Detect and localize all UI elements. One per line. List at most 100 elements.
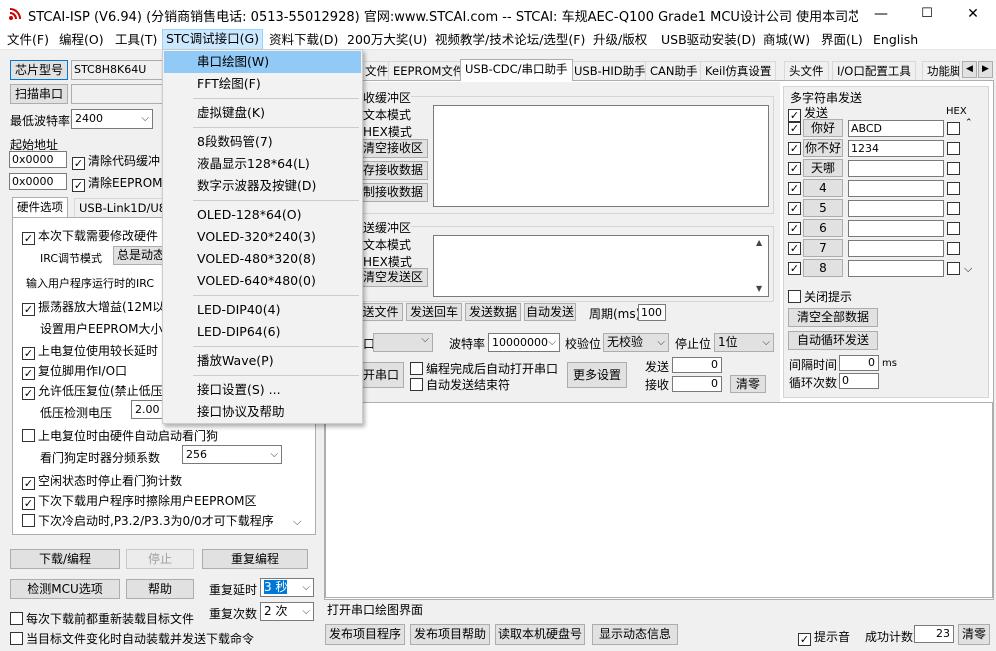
- tab-hardware-options[interactable]: 硬件选项: [12, 197, 68, 218]
- low-voltage-select[interactable]: 2.00: [131, 400, 163, 419]
- options-scroll-down-icon[interactable]: ⌵: [293, 515, 301, 529]
- option-erase-eeprom[interactable]: ✓ 下次下载用户程序时擦除用户EEPROM区: [22, 492, 257, 510]
- multi-string-input[interactable]: [848, 160, 944, 177]
- irc-mode-select[interactable]: 总是动态: [113, 246, 163, 265]
- read-disk-id-button[interactable]: 读取本机硬盘号: [495, 624, 585, 645]
- close-hint-checkbox[interactable]: 关闭提示: [788, 288, 852, 305]
- hex-checkbox-empty-icon[interactable]: [947, 122, 960, 135]
- menu-item-interface-settings[interactable]: 接口设置(S) ...: [164, 379, 361, 401]
- option-reset-pin-io[interactable]: ✓ 复位脚用作I/O口: [22, 362, 127, 380]
- scroll-up-icon[interactable]: ▲: [756, 238, 762, 247]
- auto-end-char-checkbox[interactable]: 自动发送结束符: [410, 376, 510, 393]
- send-data-button[interactable]: 发送数据: [465, 303, 521, 321]
- multi-send-button[interactable]: 6: [803, 219, 843, 237]
- option-p32-p33-download[interactable]: 下次冷启动时,P3.2/P3.3为0/0才可下载程序: [22, 512, 274, 529]
- menu-interface[interactable]: 界面(L): [818, 30, 866, 49]
- maximize-button[interactable]: ☐: [904, 0, 950, 28]
- port-field[interactable]: [71, 84, 163, 104]
- scan-port-button[interactable]: 扫描串口: [10, 84, 68, 104]
- stop-bit-select[interactable]: 1位 ⌵: [714, 333, 774, 352]
- help-button[interactable]: 帮助: [126, 579, 194, 599]
- row-enable-check-icon[interactable]: ✓: [788, 122, 801, 135]
- menu-item-serial-plot[interactable]: 串口绘图(W): [164, 51, 361, 73]
- menu-item-lcd-128x64[interactable]: 液晶显示128*64(L): [164, 153, 361, 175]
- code-address-input[interactable]: 0x0000: [9, 151, 67, 168]
- baud-rate-select[interactable]: 10000000 ⌵: [488, 333, 560, 352]
- multi-string-input[interactable]: ABCD: [848, 120, 944, 137]
- scroll-down-icon[interactable]: ▼: [756, 284, 762, 293]
- tab-header-file[interactable]: 头文件: [784, 61, 829, 80]
- receive-text-mode[interactable]: 文本模式: [363, 106, 411, 123]
- option-watchdog-auto[interactable]: 上电复位时由硬件自动启动看门狗: [22, 427, 218, 444]
- send-text-mode[interactable]: 文本模式: [363, 236, 411, 253]
- copy-receive-button[interactable]: 制接收数据: [358, 183, 428, 202]
- hex-checkbox-empty-icon[interactable]: [947, 222, 960, 235]
- menu-tools[interactable]: 工具(T): [112, 30, 160, 49]
- hex-checkbox-empty-icon[interactable]: [947, 262, 960, 275]
- parity-select[interactable]: 无校验 ⌵: [603, 333, 669, 352]
- output-log-area[interactable]: [325, 402, 993, 598]
- show-dynamic-info-button[interactable]: 显示动态信息: [592, 624, 678, 645]
- chip-model-field[interactable]: STC8H8K64U: [71, 60, 163, 80]
- menu-item-fft-plot[interactable]: FFT绘图(F): [164, 73, 361, 95]
- period-input[interactable]: 100: [638, 304, 666, 321]
- auto-send-button[interactable]: 自动发送: [524, 303, 576, 321]
- tab-scroll-right-icon[interactable]: ▶: [978, 61, 993, 78]
- menu-item-led-dip64[interactable]: LED-DIP64(6): [164, 321, 361, 343]
- scroll-up-icon[interactable]: ⌃: [965, 118, 973, 128]
- menu-prize[interactable]: 200万大奖(U): [344, 30, 430, 49]
- close-button[interactable]: ✕: [950, 0, 996, 28]
- menu-download[interactable]: 资料下载(D): [266, 30, 341, 49]
- min-baud-select[interactable]: 2400 ⌵: [71, 109, 153, 129]
- download-program-button[interactable]: 下载/编程: [10, 549, 120, 569]
- reload-file-checkbox[interactable]: 每次下载前都重新装载目标文件: [10, 610, 194, 627]
- menu-item-virtual-keyboard[interactable]: 虚拟键盘(K): [164, 102, 361, 124]
- multi-send-button[interactable]: 天哪: [803, 159, 843, 177]
- port-select[interactable]: ⌵: [373, 333, 433, 352]
- loop-count-input[interactable]: 0: [839, 373, 879, 389]
- repeat-program-button[interactable]: 重复编程: [202, 549, 308, 569]
- multi-string-scrollbar[interactable]: [964, 119, 977, 279]
- menu-video[interactable]: 视频教学/技术论坛/选型(F): [432, 30, 588, 49]
- receive-hex-mode[interactable]: HEX模式: [363, 123, 412, 140]
- menu-usb-driver[interactable]: USB驱动安装(D): [658, 30, 759, 49]
- send-buffer-textarea[interactable]: [433, 235, 769, 297]
- wdt-prescale-select[interactable]: 256 ⌵: [182, 445, 282, 464]
- row-enable-check-icon[interactable]: ✓: [788, 142, 801, 155]
- menu-item-led-dip40[interactable]: LED-DIP40(4): [164, 299, 361, 321]
- receive-buffer-textarea[interactable]: [433, 105, 769, 207]
- auto-open-port-checkbox[interactable]: 编程完成后自动打开串口: [410, 360, 558, 377]
- open-port-button[interactable]: 开串口: [358, 362, 404, 388]
- tab-scroll-left-icon[interactable]: ◀: [962, 61, 977, 78]
- option-idle-stop-wdt[interactable]: ✓ 空闲状态时停止看门狗计数: [22, 472, 182, 490]
- publish-project-button[interactable]: 发布项目程序: [325, 624, 405, 645]
- multi-string-input[interactable]: 1234: [848, 140, 944, 157]
- stop-button[interactable]: 停止: [126, 549, 194, 569]
- send-enter-button[interactable]: 发送回车: [406, 303, 462, 321]
- eeprom-address-input[interactable]: 0x0000: [9, 173, 67, 190]
- option-osc-gain[interactable]: ✓ 振荡器放大增益(12M以: [22, 298, 164, 316]
- menu-upgrade[interactable]: 升级/版权: [590, 30, 650, 49]
- auto-loop-send-button[interactable]: 自动循环发送: [788, 331, 878, 350]
- multi-string-input[interactable]: [848, 260, 944, 277]
- multi-send-button[interactable]: 你好: [803, 119, 843, 137]
- menu-item-voled-320x240[interactable]: VOLED-320*240(3): [164, 226, 361, 248]
- menu-stc-debug[interactable]: STC调试接口(G): [162, 29, 264, 50]
- menu-english[interactable]: English: [870, 30, 921, 49]
- minimize-button[interactable]: —: [858, 0, 904, 28]
- repeat-count-select[interactable]: 2 次 ⌵: [260, 602, 314, 621]
- multi-string-input[interactable]: [848, 220, 944, 237]
- multi-send-button[interactable]: 5: [803, 199, 843, 217]
- menu-item-play-wave[interactable]: 播放Wave(P): [164, 350, 361, 372]
- multi-send-button[interactable]: 7: [803, 239, 843, 257]
- option-long-reset-delay[interactable]: ✓ 上电复位使用较长延时: [22, 342, 158, 360]
- tab-eeprom-file[interactable]: EEPROM文件: [388, 61, 470, 80]
- multi-string-input[interactable]: [848, 240, 944, 257]
- row-enable-check-icon[interactable]: ✓: [788, 222, 801, 235]
- clear-receive-button[interactable]: 清空接收区: [358, 139, 428, 158]
- beep-checkbox[interactable]: ✓ 提示音: [798, 628, 850, 646]
- hex-checkbox-empty-icon[interactable]: [947, 142, 960, 155]
- menu-item-protocol-help[interactable]: 接口协议及帮助: [164, 401, 361, 423]
- menu-item-voled-480x320[interactable]: VOLED-480*320(8): [164, 248, 361, 270]
- option-modify-hardware[interactable]: ✓ 本次下载需要修改硬件: [22, 227, 158, 245]
